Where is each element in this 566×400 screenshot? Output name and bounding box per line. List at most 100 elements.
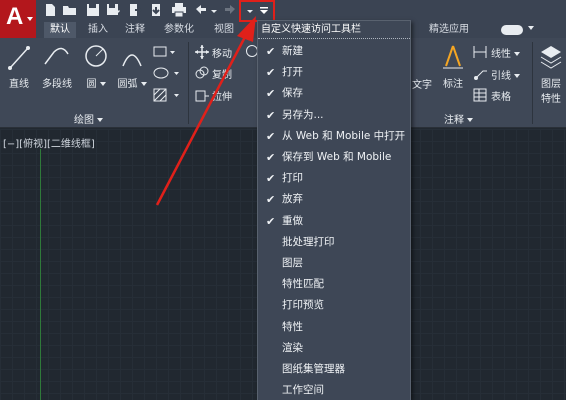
circle-icon [85,45,107,67]
arc-label: 圆弧 [114,75,150,90]
tab-annotate[interactable]: 注释 [125,22,145,38]
menu-item[interactable]: 打印预览 [258,295,410,316]
linear-dimension-icon[interactable] [472,44,488,63]
menu-item[interactable]: ✔ 新建 [258,41,410,62]
checkmark-icon: ✔ [266,129,276,143]
layer-properties-label-2: 特性 [541,94,561,105]
menu-item[interactable]: ✔ 放弃 [258,189,410,210]
menu-item-label: 另存为... [282,108,324,121]
move-icon[interactable] [194,44,210,63]
checkmark-icon: ✔ [266,214,276,228]
hatch-tool-icon[interactable] [152,87,182,106]
rectangle-tool-icon[interactable] [152,45,176,62]
draw-panel-title[interactable]: 绘图 [74,111,103,126]
menu-item-label: 从 Web 和 Mobile 中打开 [282,129,406,142]
copy-icon[interactable] [194,65,210,84]
stretch-icon[interactable] [194,87,210,106]
checkmark-icon: ✔ [266,66,276,80]
undo-dropdown-caret-icon[interactable] [210,2,218,18]
menu-item-label: 渲染 [282,341,303,354]
tab-featured-apps[interactable]: 精选应用 [429,22,469,38]
layer-properties-label-1: 图层 [541,79,561,90]
app-menu-caret-icon [27,17,33,21]
dimension-icon [443,45,463,69]
menu-item[interactable]: ✔ 保存到 Web 和 Mobile [258,147,410,168]
tab-view[interactable]: 视图 [214,22,234,38]
open-folder-icon[interactable] [62,2,78,18]
ribbon-options-caret-icon[interactable] [528,26,534,30]
leader-icon[interactable] [472,66,488,85]
line-button[interactable]: 直线 [4,42,34,90]
menu-item-label: 图纸集管理器 [282,363,345,375]
menu-item-label: 保存 [282,87,303,100]
circle-label: 圆 [82,75,110,90]
highlight-annotation-box [239,0,275,22]
menu-title-divider [258,38,410,39]
leader-label[interactable]: 引线 [491,67,520,82]
menu-item[interactable]: 图纸集管理器 [258,359,410,380]
menu-item[interactable]: ✔ 从 Web 和 Mobile 中打开 [258,126,410,147]
copy-label[interactable]: 复制 [212,66,232,81]
menu-item-label: 放弃 [282,193,303,206]
polyline-button[interactable]: 多段线 [37,42,77,90]
open-from-web-icon[interactable] [127,2,143,18]
menu-item-label: 工作空间 [282,384,324,397]
new-file-icon[interactable] [42,2,58,18]
menu-item-label: 特性匹配 [282,278,324,291]
menu-item[interactable]: 特性 [258,317,410,338]
annotation-panel-title[interactable]: 注释 [444,111,473,126]
menu-item-label: 新建 [282,45,303,57]
line-icon [8,46,30,70]
checkmark-icon: ✔ [266,172,276,186]
linear-label[interactable]: 线性 [491,45,520,60]
menu-item-label: 图层 [282,257,303,269]
table-label[interactable]: 表格 [491,88,511,103]
text-label[interactable]: 文字 [412,76,432,91]
menu-item[interactable]: ✔ 保存 [258,83,410,104]
move-label[interactable]: 移动 [212,45,232,60]
arc-button[interactable]: 圆弧 [114,42,150,90]
save-as-icon[interactable] [105,2,121,18]
menu-title: 自定义快速访问工具栏 [261,24,361,35]
menu-item-label: 保存到 Web 和 Mobile [282,151,392,163]
menu-item[interactable]: ✔ 打印 [258,168,410,189]
checkmark-icon: ✔ [266,151,276,164]
menu-item[interactable]: ✔ 打开 [258,62,410,83]
panel-separator [188,42,189,124]
table-icon[interactable] [472,87,488,106]
menu-item[interactable]: 批处理打印 [258,232,410,253]
redo-icon[interactable] [222,2,238,18]
ucs-y-axis-line [40,149,41,400]
menu-item-label: 打开 [282,66,303,79]
save-icon[interactable] [85,2,101,18]
dimension-button[interactable]: 标注 [438,42,468,90]
checkmark-icon: ✔ [266,87,276,101]
menu-item[interactable]: ✔ 另存为... [258,105,410,126]
menu-item-label: 打印预览 [282,299,324,312]
checkmark-icon: ✔ [266,108,276,122]
menu-item[interactable]: 渲染 [258,338,410,359]
tab-default[interactable]: 默认 [44,22,76,38]
menu-item[interactable]: 图层 [258,253,410,274]
ellipse-tool-icon[interactable] [152,66,182,83]
viewport-controls-label[interactable]: [−][俯视][二维线框] [3,135,95,150]
menu-item[interactable]: 特性匹配 [258,274,410,295]
menu-item-label: 打印 [282,172,303,185]
undo-icon[interactable] [193,2,209,18]
menu-item[interactable]: ✔ 重做 [258,211,410,232]
polyline-label: 多段线 [42,79,72,90]
title-bar [0,0,566,22]
checkmark-icon: ✔ [266,193,276,207]
tab-parametric[interactable]: 参数化 [164,22,194,38]
print-icon[interactable] [171,2,187,18]
customize-quick-access-menu: 自定义快速访问工具栏 ✔ 新建 ✔ 打开 ✔ 保存 ✔ 另存为... ✔ 从 Web 和 Mobi… [257,20,411,400]
panel-separator [532,42,533,124]
layer-properties-button[interactable]: 图层 特性 [536,42,566,105]
stretch-label[interactable]: 拉伸 [212,88,232,103]
app-menu-button[interactable]: A [0,0,36,38]
circle-button[interactable]: 圆 [82,42,110,90]
save-to-web-icon[interactable] [149,2,165,18]
ribbon-toggle-pill[interactable] [501,25,523,35]
menu-item[interactable]: 工作空间 [258,380,410,400]
tab-insert[interactable]: 插入 [88,22,108,38]
